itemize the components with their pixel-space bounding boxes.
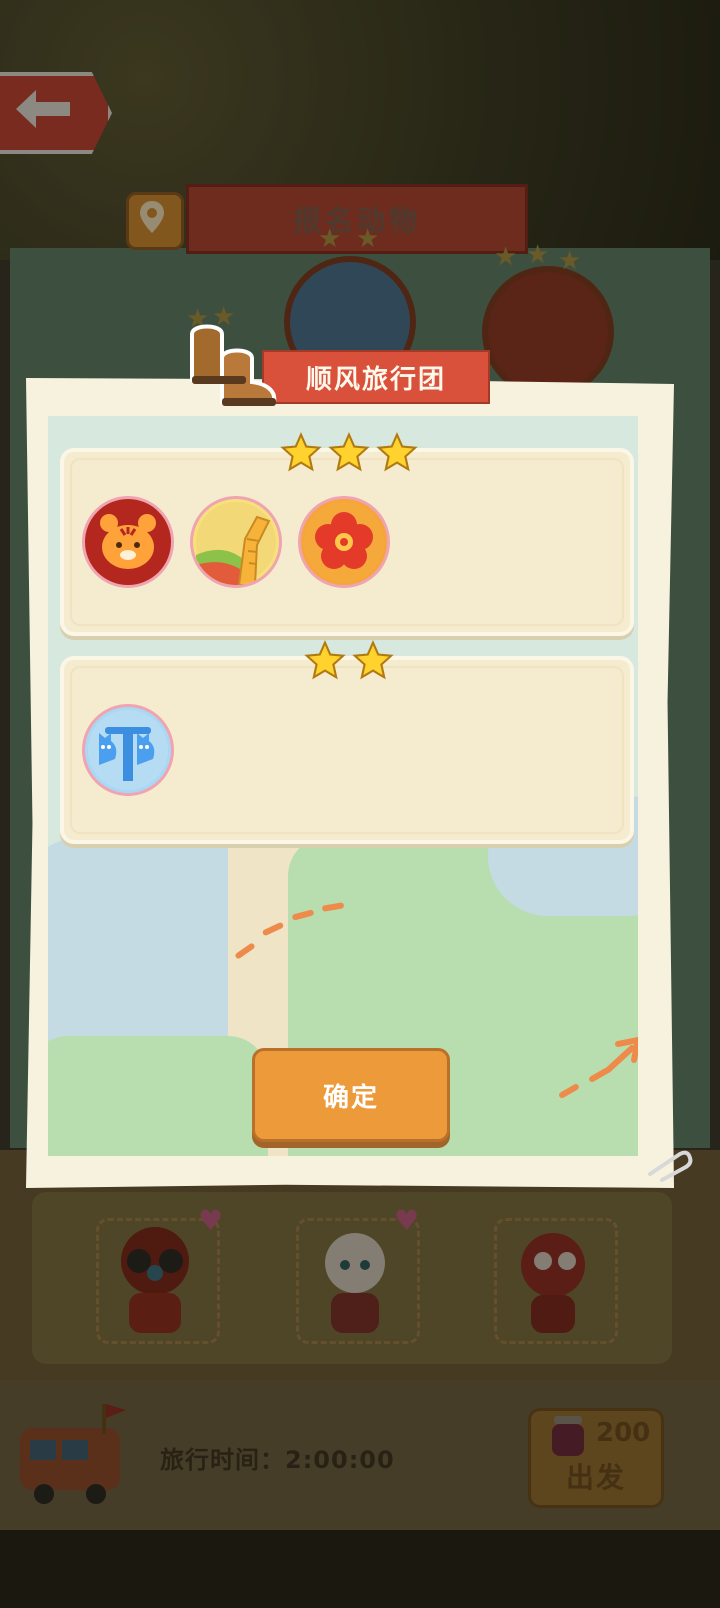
confirm-button[interactable]: 确定 xyxy=(252,1048,450,1142)
tier-stars-3 xyxy=(280,432,418,474)
dialog-title: 顺风旅行团 xyxy=(305,364,446,395)
tiger-face-badge-icon[interactable] xyxy=(82,496,174,588)
plum-blossom-badge-icon[interactable] xyxy=(298,496,390,588)
star-icon xyxy=(304,640,346,680)
confirm-label: 确定 xyxy=(322,1082,379,1113)
dialog-title-ribbon: 顺风旅行团 xyxy=(262,350,490,404)
star-icon xyxy=(376,432,418,472)
map-land xyxy=(48,1036,268,1156)
route-arrow-icon xyxy=(605,1037,638,1073)
star-icon xyxy=(328,432,370,472)
tier-stars-2 xyxy=(304,640,394,682)
great-wall-badge-icon[interactable] xyxy=(190,496,282,588)
paper-clip-icon xyxy=(648,1150,693,1182)
star-icon xyxy=(352,640,394,680)
star-icon xyxy=(280,432,322,472)
twin-cats-tower-badge-icon[interactable] xyxy=(82,704,174,796)
boots-icon xyxy=(190,324,277,406)
